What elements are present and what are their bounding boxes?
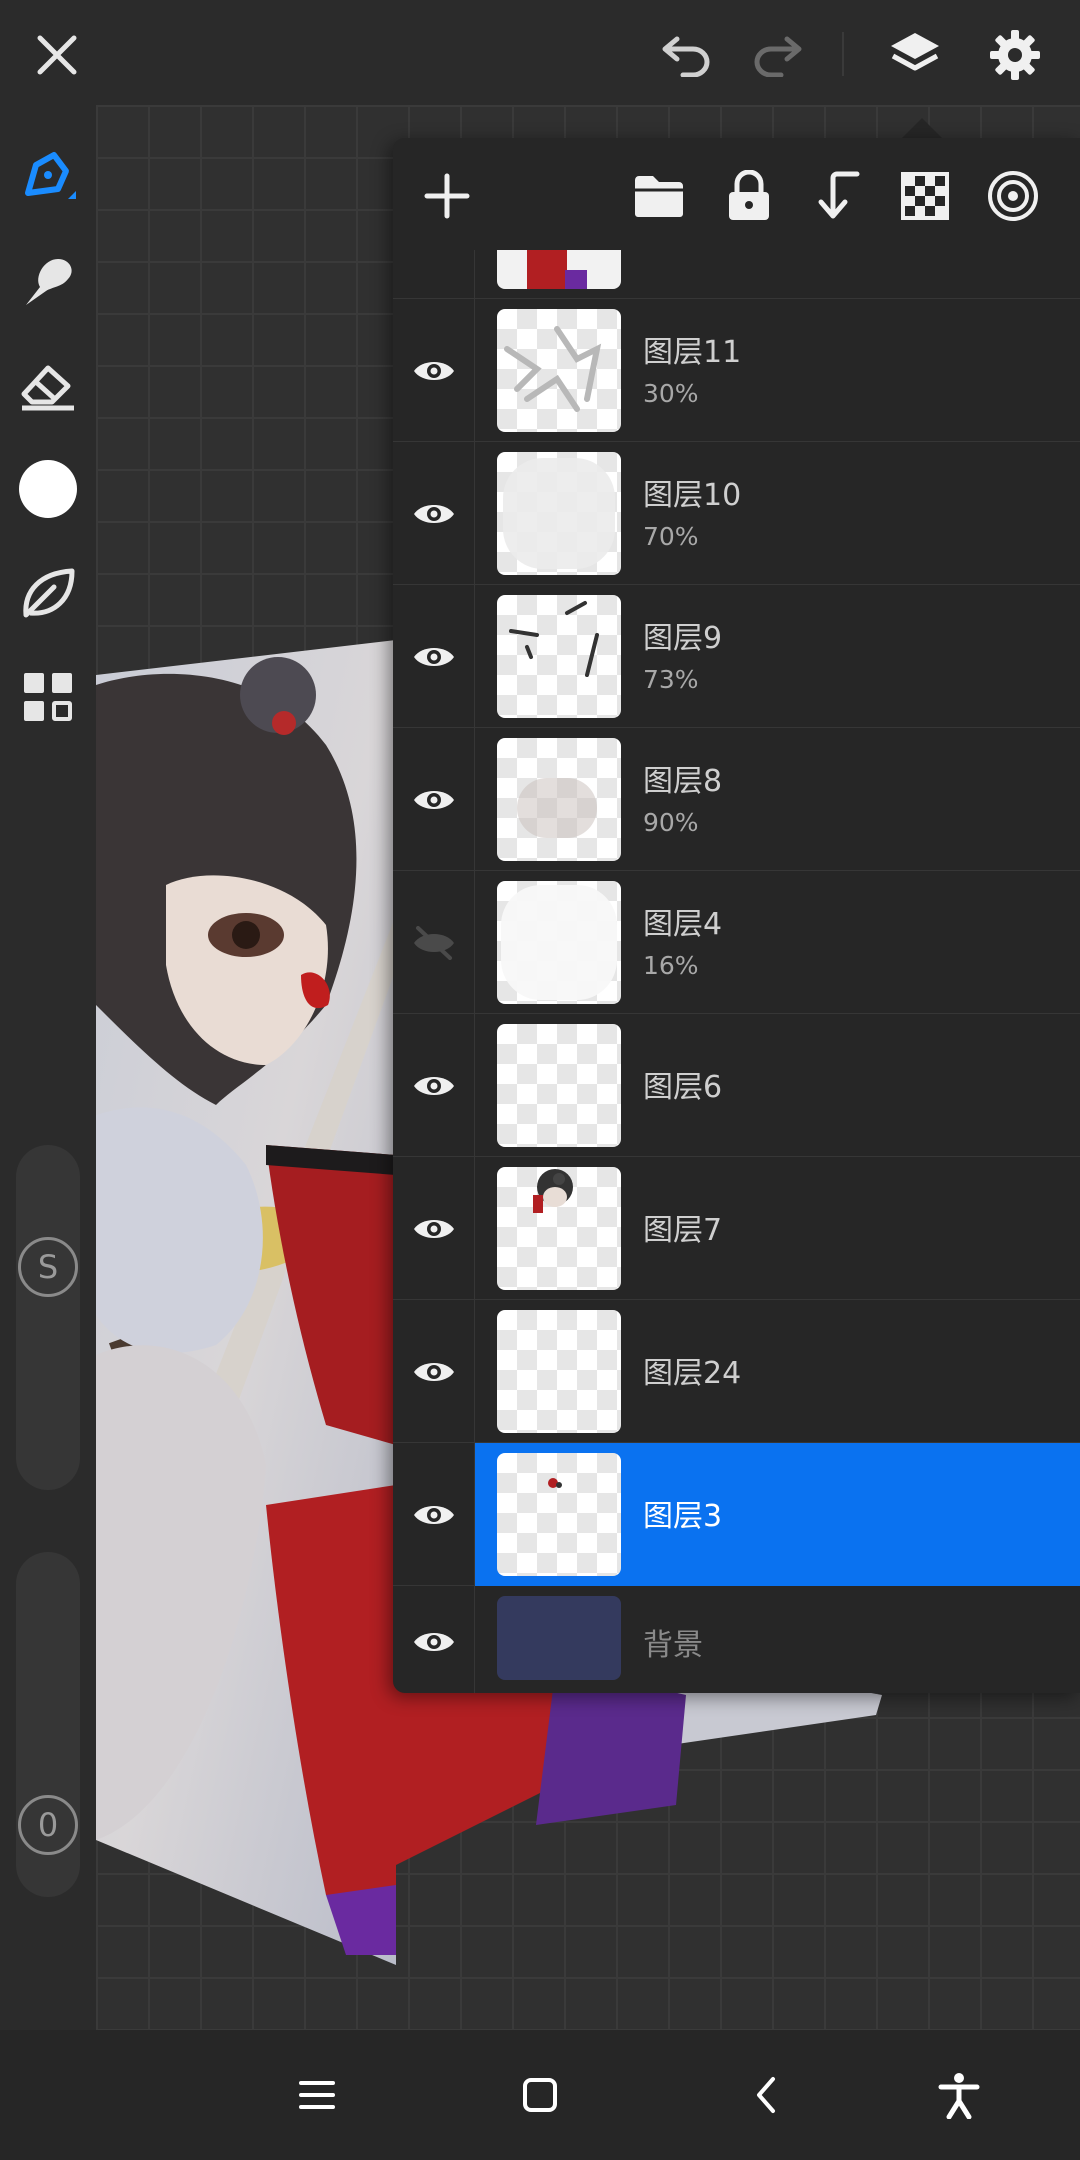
layer-name: 图层3 [643, 1499, 723, 1534]
layer-name: 图层11 [643, 335, 742, 370]
brush-opacity-slider[interactable]: 0 [16, 1552, 80, 1897]
layer-thumbnail [497, 881, 621, 1004]
visibility-eye-icon[interactable] [393, 1014, 475, 1157]
brush-size-slider[interactable]: S [16, 1145, 80, 1490]
brush-opacity-knob[interactable]: 0 [18, 1795, 78, 1855]
visibility-eye-icon[interactable] [393, 1586, 475, 1693]
visibility-eye-icon[interactable] [393, 1443, 475, 1586]
layers-panel: 图层11 30% 图层10 70% 图层9 73% 图层8 90% 图层4 16… [393, 138, 1080, 1693]
smudge-brush-icon[interactable] [12, 245, 84, 317]
grid-icon[interactable] [12, 661, 84, 733]
layer-row[interactable]: 图层6 [393, 1014, 1080, 1157]
layer-name: 图层24 [643, 1356, 742, 1391]
target-icon[interactable] [983, 166, 1043, 226]
layer-row[interactable]: 图层8 90% [393, 728, 1080, 871]
panel-pointer [900, 118, 944, 140]
folder-icon[interactable] [629, 166, 689, 226]
toolbar-divider [842, 32, 844, 76]
visibility-eye-icon[interactable] [393, 728, 475, 871]
system-nav-bar [0, 2030, 1080, 2160]
gear-icon[interactable] [980, 20, 1050, 90]
menu-icon[interactable] [282, 2060, 352, 2130]
merge-down-icon[interactable] [807, 166, 867, 226]
checker-icon[interactable] [895, 166, 955, 226]
layers-panel-header [393, 138, 1080, 250]
visibility-eye-icon[interactable] [393, 299, 475, 442]
layer-name: 图层4 [643, 907, 723, 942]
layer-thumbnail [497, 452, 621, 575]
visibility-eye-icon[interactable] [393, 1300, 475, 1443]
pen-icon[interactable] [12, 141, 84, 213]
layer-name: 图层10 [643, 478, 742, 513]
layer-row[interactable]: 图层4 16% [393, 871, 1080, 1014]
color-circle-icon[interactable] [12, 453, 84, 525]
layer-row-selected[interactable]: 图层3 [393, 1443, 1080, 1586]
layer-row[interactable]: 图层10 70% [393, 442, 1080, 585]
layer-thumbnail [497, 1167, 621, 1290]
layer-name: 背景 [643, 1628, 703, 1663]
layer-row[interactable]: 图层7 [393, 1157, 1080, 1300]
accessibility-icon[interactable] [924, 2060, 994, 2130]
layer-opacity: 70% [643, 522, 699, 551]
layer-row[interactable]: 图层24 [393, 1300, 1080, 1443]
add-icon[interactable] [417, 166, 477, 226]
layer-opacity: 73% [643, 665, 699, 694]
brush-size-knob[interactable]: S [18, 1237, 78, 1297]
eraser-icon[interactable] [12, 348, 84, 420]
layer-name: 图层8 [643, 764, 723, 799]
undo-icon[interactable] [652, 20, 722, 90]
home-icon[interactable] [505, 2060, 575, 2130]
back-icon[interactable] [732, 2060, 802, 2130]
layer-thumbnail [497, 1310, 621, 1433]
layer-thumbnail [497, 1453, 621, 1576]
layer-name: 图层7 [643, 1213, 723, 1248]
layer-name: 图层9 [643, 621, 723, 656]
background-thumbnail [497, 1596, 621, 1680]
layer-name: 图层6 [643, 1070, 723, 1105]
visibility-eye-icon[interactable] [393, 442, 475, 585]
layer-thumbnail [497, 250, 621, 289]
close-icon[interactable] [22, 20, 92, 90]
layer-opacity: 30% [643, 379, 699, 408]
layer-row[interactable]: 图层11 30% [393, 299, 1080, 442]
lock-icon[interactable] [719, 166, 779, 226]
visibility-eye-icon[interactable] [393, 585, 475, 728]
layer-thumbnail [497, 738, 621, 861]
layer-thumbnail [497, 1024, 621, 1147]
layer-thumbnail [497, 595, 621, 718]
layer-row-background[interactable]: 背景 [393, 1586, 1080, 1693]
redo-icon[interactable] [742, 20, 812, 90]
visibility-eye-icon[interactable] [393, 1157, 475, 1300]
tool-sidebar: S 0 [0, 105, 96, 2030]
top-bar [0, 0, 1080, 105]
layer-row-partial[interactable] [393, 250, 1080, 299]
layers-icon[interactable] [880, 20, 950, 90]
layer-thumbnail [497, 309, 621, 432]
leaf-icon[interactable] [12, 557, 84, 629]
hidden-eye-icon[interactable] [393, 871, 475, 1014]
layer-row[interactable]: 图层9 73% [393, 585, 1080, 728]
layer-opacity: 90% [643, 808, 699, 837]
drawing-app-screen: S 0 图层11 30% 图层10 70% 图层9 73% 图层8 90% 图层… [0, 0, 1080, 2160]
layer-opacity: 16% [643, 951, 699, 980]
